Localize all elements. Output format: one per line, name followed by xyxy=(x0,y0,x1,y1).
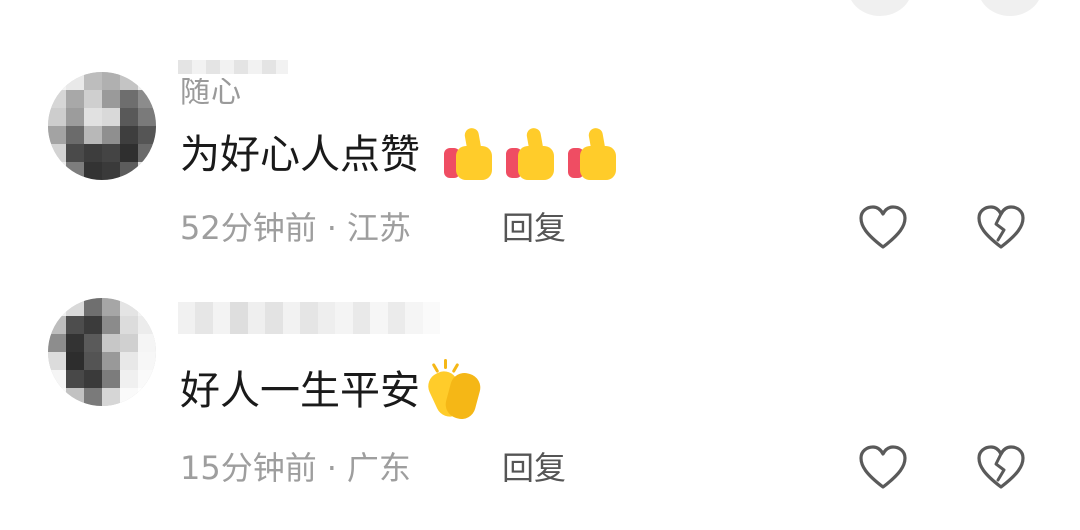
dislike-button[interactable] xyxy=(976,444,1026,492)
meta-separator: · xyxy=(326,449,337,487)
comment-meta: 15分钟前 · 广东 xyxy=(180,448,411,488)
comment-item: 好人一生平安 15分钟前 · 广东 回复 xyxy=(0,290,1080,530)
reply-button[interactable]: 回复 xyxy=(502,448,566,488)
comment-time: 15分钟前 xyxy=(180,449,317,487)
username[interactable]: 随心 xyxy=(180,78,242,108)
top-action-button-1[interactable] xyxy=(848,0,912,16)
heart-icon xyxy=(859,445,907,489)
username-redaction xyxy=(178,302,441,334)
broken-heart-icon xyxy=(977,205,1025,249)
clapping-hands-icon xyxy=(423,359,484,423)
comment-meta: 52分钟前 · 江苏 xyxy=(180,208,411,248)
avatar[interactable] xyxy=(48,72,156,180)
comment-location: 广东 xyxy=(346,449,411,487)
avatar[interactable] xyxy=(48,298,156,406)
broken-heart-icon xyxy=(977,445,1025,489)
comment-item: 随心 为好心人点赞 52分钟前 · 江苏 回复 xyxy=(0,50,1080,290)
comment-text: 好人一生平安 xyxy=(180,359,484,423)
comment-text-body: 为好心人点赞 xyxy=(180,132,420,178)
like-button[interactable] xyxy=(858,204,908,252)
comment-text-body: 好人一生平安 xyxy=(180,368,420,414)
comment-text: 为好心人点赞 xyxy=(180,126,620,182)
username-redaction xyxy=(178,60,288,74)
comment-location: 江苏 xyxy=(346,209,411,247)
reply-button[interactable]: 回复 xyxy=(502,208,566,248)
thumbs-up-icon xyxy=(502,126,558,182)
thumbs-up-icon xyxy=(440,126,496,182)
comment-list-page: 随心 为好心人点赞 52分钟前 · 江苏 回复 好人一生平安 15分钟前 · 广… xyxy=(0,0,1080,530)
like-button[interactable] xyxy=(858,444,908,492)
meta-separator: · xyxy=(326,209,337,247)
thumbs-up-icon xyxy=(564,126,620,182)
comment-time: 52分钟前 xyxy=(180,209,317,247)
heart-icon xyxy=(859,205,907,249)
top-action-button-2[interactable] xyxy=(978,0,1042,16)
dislike-button[interactable] xyxy=(976,204,1026,252)
